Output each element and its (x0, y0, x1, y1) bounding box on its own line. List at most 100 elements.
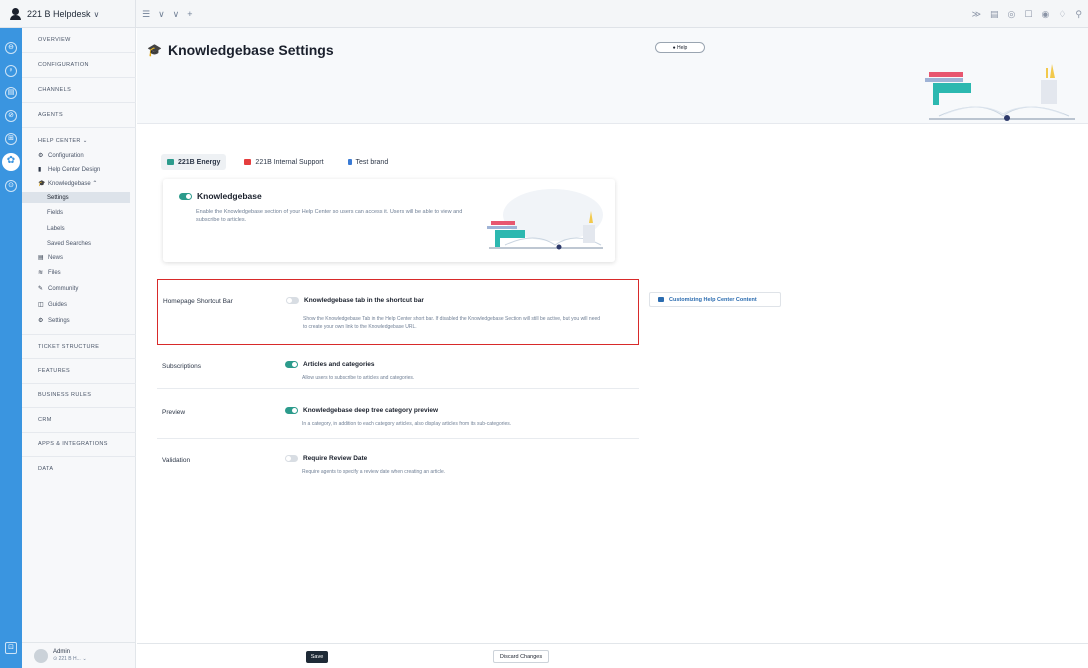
sidebar-item-features[interactable]: FEATURES (22, 359, 136, 384)
document-icon[interactable]: ▤ (990, 9, 999, 20)
setting-option: Knowledgebase deep tree category preview (285, 407, 438, 414)
sliders-icon: ⚙ (38, 153, 44, 159)
add-icon[interactable]: + (187, 9, 192, 19)
bookmark-icon[interactable]: ☐ (1024, 9, 1032, 20)
page-title: 🎓 Knowledgebase Settings (147, 42, 334, 58)
info-icon[interactable]: ⊙ (5, 180, 17, 192)
sidebar-sub-labels[interactable]: Labels (22, 223, 130, 234)
discard-changes-button[interactable]: Discard Changes (493, 650, 549, 663)
sidebar-sub-fields[interactable]: Fields (22, 207, 130, 218)
brand-tabs: 221B Energy 221B Internal Support Test b… (161, 154, 394, 170)
search-icon[interactable]: ⚲ (1075, 9, 1082, 20)
sidebar-item-label: News (48, 254, 64, 261)
setting-option-label: Articles and categories (303, 361, 375, 368)
sidebar-item-data[interactable]: DATA (22, 456, 136, 481)
tab-label: Test brand (355, 158, 389, 166)
sidebar-item-hc-design[interactable]: ▮ Help Center Design (22, 164, 136, 175)
preview-toggle[interactable] (285, 407, 298, 414)
bell-icon[interactable]: ♢ (1058, 9, 1066, 20)
books-illustration (487, 189, 603, 250)
sidebar-item-knowledgebase[interactable]: 🎓 Knowledgebase ⌃ (22, 178, 136, 189)
community-icon: ✎ (38, 286, 44, 292)
setting-label: Validation (162, 457, 191, 464)
chevron-down-icon[interactable]: ∨ (173, 9, 180, 20)
brand-icon (347, 159, 352, 165)
expand-icon[interactable]: ≫ (972, 9, 981, 20)
sidebar-item-configuration[interactable]: CONFIGURATION (22, 53, 136, 78)
tab-brand-test[interactable]: Test brand (342, 154, 395, 170)
tab-label: 221B Energy (178, 158, 221, 166)
setting-row-subscriptions: Subscriptions Articles and categories Al… (157, 347, 639, 389)
sidebar-sub-settings[interactable]: Settings (22, 192, 130, 203)
chevron-down-icon[interactable]: ∨ (158, 9, 165, 20)
sidebar-item-hc-configuration[interactable]: ⚙ Configuration (22, 150, 136, 161)
sidebar-item-ticket-structure[interactable]: TICKET STRUCTURE (22, 334, 136, 359)
knowledgebase-title: Knowledgebase (197, 191, 262, 201)
helpdesk-switcher[interactable]: 221 B Helpdesk ∨ (0, 0, 136, 28)
design-icon: ▮ (38, 167, 42, 173)
chevron-down-icon: ⌄ (82, 655, 87, 662)
subscriptions-toggle[interactable] (285, 361, 298, 368)
knowledgebase-description: Enable the Knowledgebase section of your… (196, 209, 463, 223)
sidebar-sub-saved-searches[interactable]: Saved Searches (22, 238, 130, 249)
form-footer: Save Discard Changes (137, 643, 1088, 668)
collapse-icon[interactable]: ⊡ (5, 642, 17, 654)
sidebar-item-apps-integrations[interactable]: APPS & INTEGRATIONS (22, 432, 136, 457)
user-org: ⊙ 221 B H... (53, 655, 81, 662)
sidebar-item-label: Guides (48, 301, 68, 308)
reports-icon[interactable]: ▤ (5, 87, 17, 99)
sidebar-item-channels[interactable]: CHANNELS (22, 78, 136, 103)
admin-gear-icon[interactable]: ✿ (2, 153, 20, 171)
apps-icon[interactable]: ⊞ (5, 133, 17, 145)
admin-sidebar: OVERVIEW CONFIGURATION CHANNELS AGENTS H… (22, 28, 136, 668)
sidebar-item-guides[interactable]: ◫ Guides (22, 299, 136, 310)
customizing-help-center-link[interactable]: Customizing Help Center Content (649, 292, 781, 307)
user-name: Admin (53, 648, 71, 655)
tab-brand-internal-support[interactable]: 221B Internal Support (238, 154, 329, 170)
avatar (34, 648, 48, 663)
sidebar-item-crm[interactable]: CRM (22, 408, 136, 433)
tickets-icon[interactable]: ⊖ (5, 42, 17, 54)
help-button[interactable]: ● Help (655, 42, 705, 53)
sidebar-item-label: Settings (48, 317, 70, 324)
books-illustration (925, 64, 1075, 121)
save-button[interactable]: Save (306, 651, 328, 663)
helpdesk-logo-icon (10, 8, 22, 20)
sidebar-item-hc-settings[interactable]: ⚙ Settings (22, 315, 136, 326)
shortcut-bar-toggle[interactable] (286, 297, 299, 304)
setting-option: Articles and categories (285, 361, 375, 368)
top-toolbar: ☰ ∨ ∨ + (142, 0, 193, 28)
setting-description: Show the Knowledgebase Tab in the Help C… (303, 316, 601, 330)
sidebar-item-news[interactable]: ▤ News (22, 252, 136, 263)
page-header: 🎓 Knowledgebase Settings ● Help (137, 28, 1088, 124)
tasks-icon[interactable]: ⊘ (5, 110, 17, 122)
sidebar-item-community[interactable]: ✎ Community (22, 283, 136, 294)
status-icon[interactable]: ◉ (1041, 9, 1049, 20)
sidebar-item-files[interactable]: ≋ Files (22, 267, 136, 278)
clock-icon[interactable]: ◎ (1008, 9, 1016, 20)
user-menu[interactable]: Admin ⊙ 221 B H... ⌄ (22, 642, 136, 668)
knowledgebase-toggle[interactable] (179, 192, 192, 200)
sidebar-item-label: Configuration (48, 152, 84, 159)
chevron-down-icon: ∨ (93, 9, 100, 19)
link-label: Customizing Help Center Content (669, 296, 757, 303)
sidebar-item-overview[interactable]: OVERVIEW (22, 28, 136, 53)
sidebar-item-business-rules[interactable]: BUSINESS RULES (22, 383, 136, 408)
brand-icon (244, 159, 252, 165)
knowledgebase-toggle-row: Knowledgebase (179, 191, 262, 201)
menu-icon[interactable]: ☰ (142, 9, 150, 20)
sidebar-item-agents[interactable]: AGENTS (22, 103, 136, 128)
tab-label: 221B Internal Support (255, 158, 324, 166)
sidebar-item-label: Help Center Design (48, 166, 101, 173)
setting-option-label: Knowledgebase deep tree category preview (303, 407, 439, 414)
graduation-cap-icon: 🎓 (147, 43, 162, 57)
validation-toggle[interactable] (285, 455, 298, 462)
app-rail: ⊖ ♀ ▤ ⊘ ⊞ ✿ ⊙ ⊡ (0, 28, 22, 668)
settings-content: 221B Energy 221B Internal Support Test b… (137, 124, 1088, 644)
users-icon[interactable]: ♀ (5, 65, 17, 77)
book-icon (658, 297, 664, 302)
tab-brand-energy[interactable]: 221B Energy (161, 154, 227, 170)
sidebar-item-label: Community (48, 285, 79, 292)
sidebar-item-label: Knowledgebase ⌃ (48, 181, 98, 187)
user-info: Admin ⊙ 221 B H... ⌄ (53, 649, 87, 663)
